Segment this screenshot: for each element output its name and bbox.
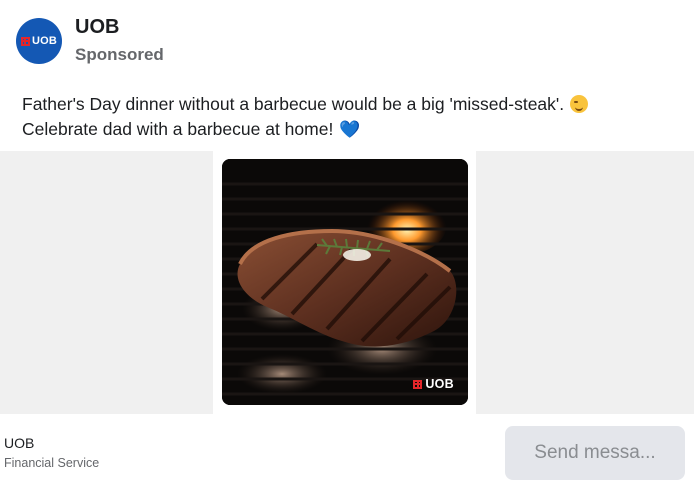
post-text-line-1: Father's Day dinner without a barbecue w… (22, 94, 565, 114)
blue-heart-icon: 💙 (339, 120, 361, 139)
footer-advertiser[interactable]: UOB (4, 435, 34, 451)
post-text-line: Celebrate dad with a barbecue at home! 💙 (22, 117, 672, 142)
uob-logo-icon (20, 36, 30, 46)
post-text-line-2: Celebrate dad with a barbecue at home! (22, 119, 334, 139)
page-name[interactable]: UOB (75, 16, 119, 39)
ad-image[interactable]: UOB (222, 159, 468, 405)
footer-category: Financial Service (4, 456, 100, 470)
uob-logo-icon (413, 379, 423, 389)
steak-grill-illustration (222, 159, 468, 405)
ad-uob-logo: UOB (413, 377, 454, 391)
ad-logo-text: UOB (425, 377, 454, 391)
post-text-line: Father's Day dinner without a barbecue w… (22, 92, 672, 117)
send-message-button[interactable]: Send messa... (505, 426, 685, 480)
sponsored-label[interactable]: Sponsored (75, 45, 164, 65)
avatar[interactable]: UOB (16, 18, 62, 64)
avatar-text: UOB (31, 35, 58, 47)
smirking-face-icon (570, 95, 589, 113)
post-header: UOB UOB Sponsored (16, 16, 676, 66)
post-text: Father's Day dinner without a barbecue w… (22, 92, 672, 142)
